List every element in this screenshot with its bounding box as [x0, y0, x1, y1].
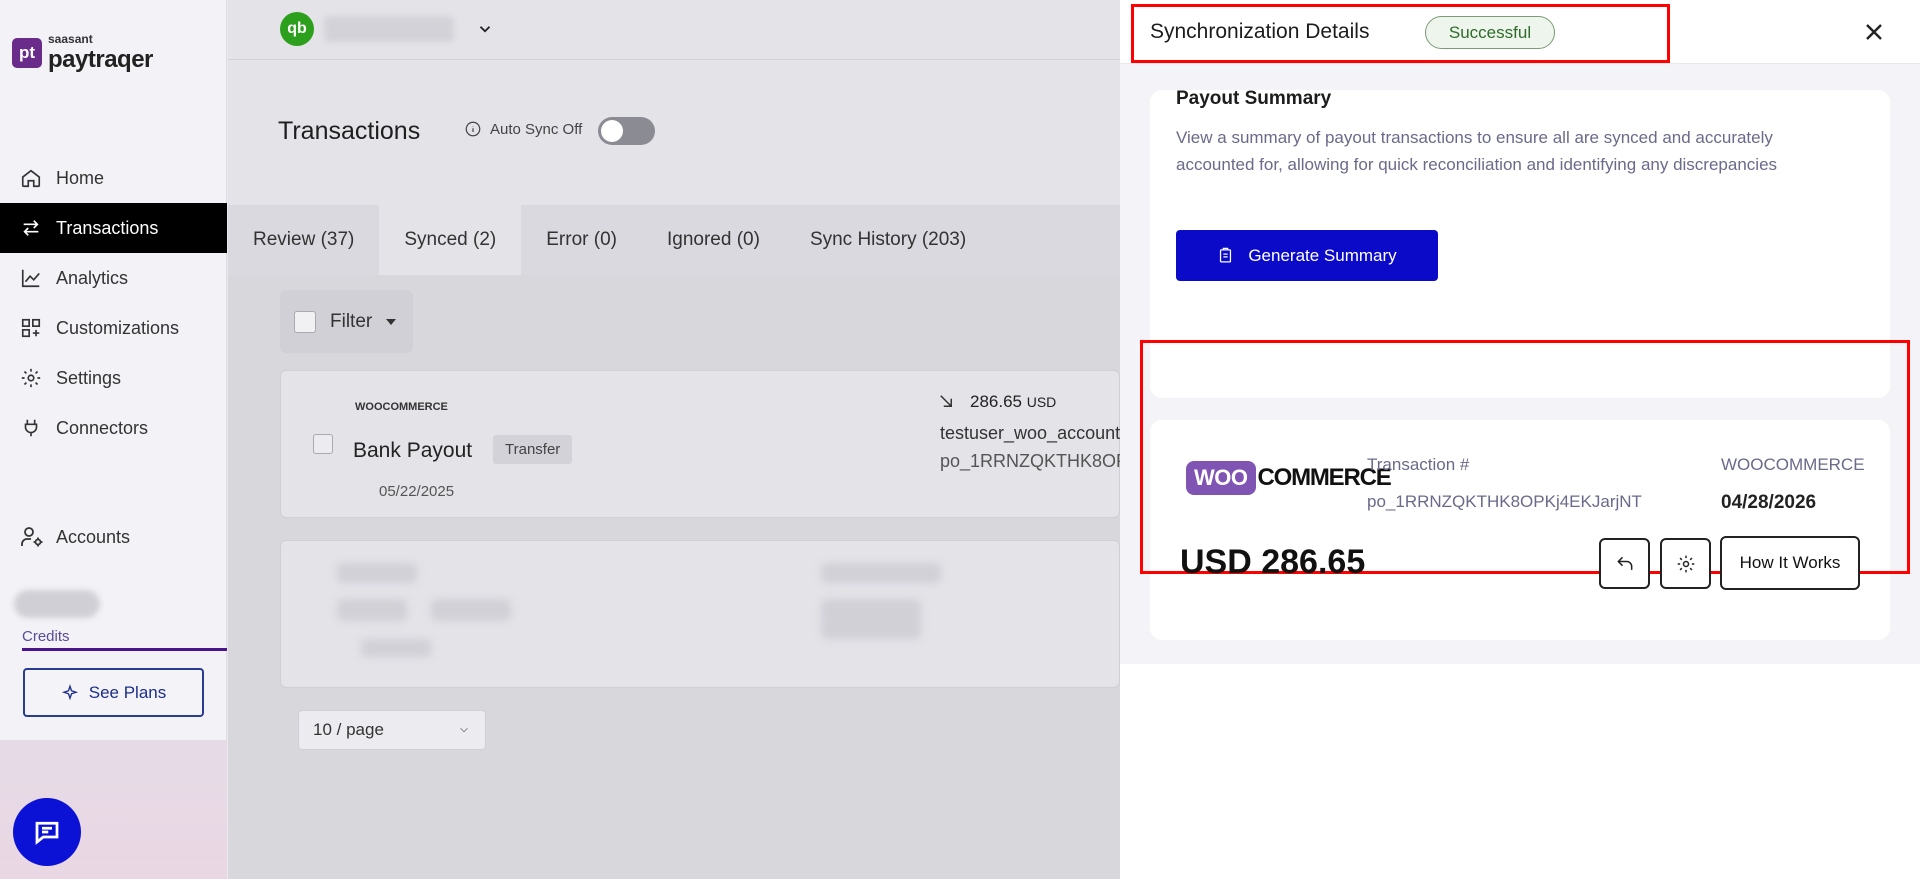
woo-logo-box: WOO [1186, 461, 1256, 495]
how-it-works-button[interactable]: How It Works [1720, 536, 1860, 590]
sidebar-item-analytics[interactable]: Analytics [0, 253, 227, 303]
app-logo[interactable]: pt saasant paytraqer [12, 32, 153, 74]
redacted-content [361, 639, 431, 657]
tab-error[interactable]: Error (0) [521, 205, 642, 275]
close-icon[interactable] [1862, 20, 1886, 44]
transaction-source: WOOCOMMERCE [1721, 455, 1865, 474]
sidebar-item-label: Home [56, 167, 105, 188]
filter-label: Filter [330, 310, 373, 332]
credits-progress-bar [22, 648, 227, 651]
logo-product: paytraqer [48, 46, 153, 73]
settings-button[interactable] [1660, 538, 1711, 589]
chat-button[interactable] [13, 798, 81, 866]
auto-sync-label: Auto Sync Off [490, 120, 583, 138]
generate-summary-label: Generate Summary [1248, 245, 1397, 265]
transaction-tabs: Review (37) Synced (2) Error (0) Ignored… [228, 205, 1120, 275]
row-date: 05/22/2025 [379, 483, 455, 500]
sidebar-item-label: Transactions [56, 217, 159, 238]
row-amount: 286.65 USD [970, 392, 1056, 412]
see-plans-button[interactable]: See Plans [23, 668, 204, 717]
gear-icon [21, 368, 41, 388]
redacted-content [431, 599, 511, 621]
sidebar-item-accounts[interactable]: Accounts [20, 525, 130, 549]
grid-plus-icon [21, 318, 41, 338]
tab-ignored[interactable]: Ignored (0) [642, 205, 785, 275]
home-icon [21, 169, 41, 188]
arrow-down-right-icon [940, 395, 952, 407]
credits-label: Credits [22, 628, 70, 645]
sidebar-item-transactions[interactable]: Transactions [0, 203, 227, 253]
sidebar-item-label: Connectors [56, 417, 149, 438]
accounts-label: Accounts [56, 526, 131, 547]
sidebar-item-label: Customizations [56, 317, 180, 338]
see-plans-label: See Plans [88, 682, 167, 702]
row-title: Bank Payout [353, 439, 473, 462]
transaction-date: 04/28/2026 [1721, 492, 1817, 513]
gear-icon [1677, 555, 1694, 572]
chevron-down-icon[interactable] [476, 20, 494, 38]
row-checkbox[interactable] [313, 434, 333, 454]
redacted-content [337, 599, 407, 621]
logo-text: saasant paytraqer [48, 32, 153, 74]
main-content: qb Transactions Auto Sync Off Review (37… [228, 0, 1128, 879]
type-badge: Transfer [493, 435, 573, 464]
row-payout-id: po_1RRNZQKTHK8OP [940, 451, 1129, 471]
redacted-content [337, 563, 417, 583]
filter-button[interactable]: Filter [280, 290, 413, 353]
info-icon [465, 121, 481, 137]
woocommerce-logo: WOOCOMMERCE [355, 401, 448, 413]
transfer-icon [23, 220, 39, 236]
tab-review[interactable]: Review (37) [228, 205, 379, 275]
payout-summary-title: Payout Summary [1176, 88, 1332, 109]
transaction-number: po_1RRNZQKTHK8OPKj4EKJarjNT [1367, 492, 1642, 511]
toggle-knob [601, 120, 623, 142]
sidebar-item-settings[interactable]: Settings [0, 353, 227, 403]
sidebar: pt saasant paytraqer Home Transactions A… [0, 0, 227, 879]
user-gear-icon [21, 527, 43, 547]
company-name-redacted [324, 16, 454, 42]
select-all-checkbox[interactable] [294, 310, 316, 333]
auto-sync-toggle[interactable] [598, 117, 655, 145]
plug-icon [24, 419, 38, 437]
chevron-down-icon [460, 727, 468, 733]
chat-icon [35, 821, 59, 845]
sidebar-item-home[interactable]: Home [0, 153, 227, 203]
page-title: Transactions [278, 117, 421, 145]
sidebar-item-label: Settings [56, 367, 122, 388]
clipboard-icon [1220, 247, 1232, 263]
redacted-content [821, 563, 941, 583]
undo-icon [1616, 556, 1632, 570]
transaction-number-label: Transaction # [1367, 455, 1470, 474]
quickbooks-logo: qb [280, 12, 314, 46]
sidebar-item-label: Analytics [56, 267, 129, 288]
logo-company: saasant [48, 32, 93, 46]
row-currency: USD [1026, 394, 1057, 410]
page-size-select[interactable]: 10 / page [298, 710, 486, 750]
auto-sync-status: Auto Sync Off [464, 120, 582, 138]
top-bar: qb [228, 0, 1120, 60]
highlight-box-header [1131, 4, 1670, 63]
undo-button[interactable] [1599, 538, 1650, 589]
redacted-content [821, 599, 921, 639]
generate-summary-button[interactable]: Generate Summary [1176, 230, 1438, 281]
sync-details-drawer: Synchronization Details Successful Payou… [1120, 0, 1920, 879]
caret-down-icon [386, 318, 397, 325]
row-amount-value: 286.65 [970, 392, 1022, 411]
sidebar-nav: Home Transactions Analytics Customizatio… [0, 153, 227, 453]
tab-synced[interactable]: Synced (2) [379, 205, 522, 275]
tab-sync-history[interactable]: Sync History (203) [785, 205, 991, 275]
woocommerce-logo: WOO COMMERCE [1186, 461, 1392, 495]
logo-mark: pt [12, 38, 42, 68]
sidebar-item-connectors[interactable]: Connectors [0, 403, 227, 453]
credits-value-redacted [14, 590, 100, 618]
sidebar-item-customizations[interactable]: Customizations [0, 303, 227, 353]
payout-summary-description: View a summary of payout transactions to… [1176, 128, 1778, 174]
row-account: testuser_woo_account [940, 423, 1121, 443]
table-row[interactable] [280, 540, 1120, 688]
chart-icon [21, 269, 40, 288]
sparkle-icon [61, 683, 78, 700]
transaction-amount: USD 286.65 [1180, 543, 1366, 581]
page-size-value: 10 / page [313, 720, 384, 739]
